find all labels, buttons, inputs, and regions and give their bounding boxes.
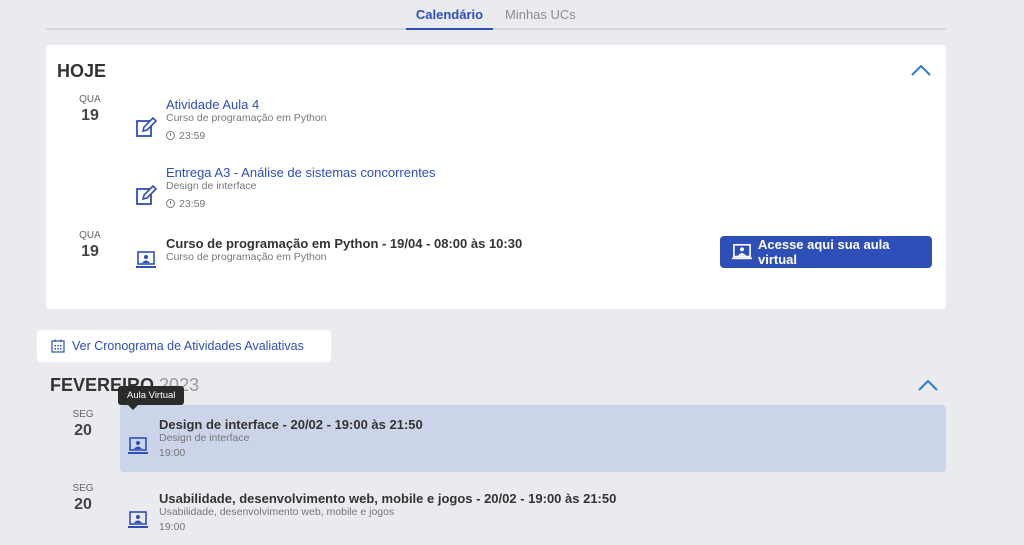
event-weekday: QUA — [79, 94, 101, 105]
schedule-button-label: Ver Cronograma de Atividades Avaliativas — [72, 339, 304, 353]
event-course: Curso de programação em Python — [166, 112, 327, 124]
event-course: Curso de programação em Python — [166, 251, 327, 263]
event-date: SEG 20 — [63, 483, 103, 514]
event-time: 19:00 — [159, 521, 186, 533]
event-title: Curso de programação em Python - 19/04 -… — [166, 236, 523, 251]
event-course: Usabilidade, desenvolvimento web, mobile… — [159, 506, 395, 518]
event-title: Design de interface - 20/02 - 19:00 às 2… — [159, 417, 423, 432]
chevron-up-icon[interactable] — [910, 63, 932, 77]
laptop-icon[interactable] — [127, 435, 149, 457]
chevron-up-icon[interactable] — [917, 378, 939, 392]
clock-icon — [166, 199, 175, 208]
today-card: HOJE QUA 19 Atividade Aula 4 Curso de pr… — [46, 45, 946, 309]
tab-bar: Calendário Minhas UCs — [46, 0, 946, 30]
event-title: Usabilidade, desenvolvimento web, mobile… — [159, 491, 617, 506]
event-date: QUA 19 — [70, 230, 110, 261]
virtual-class-button-label: Acesse aqui sua aula virtual — [757, 237, 890, 267]
event-day: 20 — [74, 496, 92, 513]
laptop-icon — [136, 251, 156, 268]
event-day: 20 — [74, 422, 92, 439]
virtual-class-button[interactable]: Acesse aqui sua aula virtual — [720, 236, 932, 268]
event-course: Design de interface — [159, 432, 250, 444]
event-time: 19:00 — [159, 447, 186, 459]
event-weekday: QUA — [79, 230, 101, 241]
edit-icon — [136, 117, 157, 137]
event-weekday: SEG — [72, 483, 94, 494]
clock-icon — [166, 131, 175, 140]
laptop-icon — [732, 243, 752, 260]
event-title-link[interactable]: Atividade Aula 4 — [166, 97, 259, 112]
tab-minhas-ucs[interactable]: Minhas UCs — [505, 7, 576, 22]
event-date: SEG 20 — [63, 409, 103, 440]
event-weekday: SEG — [72, 409, 94, 420]
event-day: 19 — [81, 107, 99, 124]
tooltip: Aula Virtual — [118, 386, 185, 410]
calendar-icon — [51, 339, 65, 353]
edit-icon — [136, 185, 157, 205]
tab-calendario[interactable]: Calendário — [406, 7, 493, 30]
event-day: 19 — [81, 243, 99, 260]
laptop-icon — [128, 511, 148, 528]
event-time: 23:59 — [166, 198, 205, 210]
event-date: QUA 19 — [70, 94, 110, 125]
schedule-button[interactable]: Ver Cronograma de Atividades Avaliativas — [37, 330, 331, 362]
today-title: HOJE — [57, 61, 107, 81]
event-title-link[interactable]: Entrega A3 - Análise de sistemas concorr… — [166, 165, 436, 180]
event-course: Design de interface — [166, 180, 257, 192]
event-time: 23:59 — [166, 130, 205, 142]
